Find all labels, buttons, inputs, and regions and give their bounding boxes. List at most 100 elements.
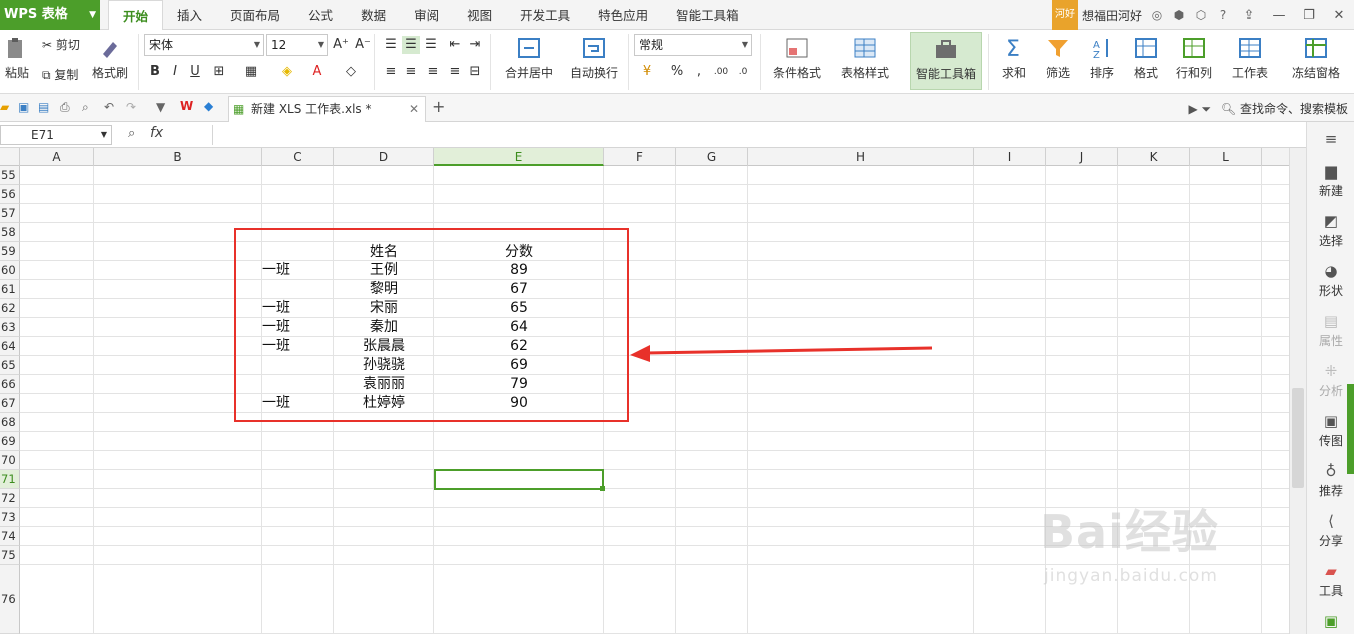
scrollbar-thumb[interactable] — [1292, 388, 1304, 488]
currency-icon[interactable]: ¥ — [638, 63, 656, 81]
chevron-down-icon[interactable]: ⏷ — [1202, 102, 1215, 116]
column-header-b[interactable]: B — [94, 148, 262, 166]
align-top-icon[interactable]: ☰ — [382, 36, 400, 54]
formula-input[interactable] — [212, 125, 1304, 145]
table-style-button[interactable]: 表格样式 — [834, 36, 896, 81]
share-icon[interactable]: ⬡ — [1190, 8, 1212, 22]
panel-share[interactable]: ⟨ 分享 — [1307, 512, 1354, 549]
border-icon[interactable]: ⊞ — [210, 63, 228, 81]
number-format-select[interactable]: 常规 ▼ — [634, 34, 752, 56]
row-header-61[interactable]: 61 — [0, 280, 20, 299]
shield-icon[interactable]: ⬢ — [1168, 8, 1190, 22]
column-header-e[interactable]: E — [434, 148, 604, 166]
row-header-75[interactable]: 75 — [0, 546, 20, 565]
fx-button[interactable]: fx — [150, 125, 163, 141]
row-header-71[interactable]: 71 — [0, 470, 20, 489]
tab-features[interactable]: 特色应用 — [584, 0, 662, 30]
row-header-59[interactable]: 59 — [0, 242, 20, 261]
panel-toggle-handle[interactable] — [1347, 384, 1354, 474]
panel-shape[interactable]: ◕ 形状 — [1307, 262, 1354, 299]
tab-developer[interactable]: 开发工具 — [506, 0, 584, 30]
format-button[interactable]: 格式 — [1126, 36, 1166, 81]
panel-properties[interactable]: ▤ 属性 — [1307, 312, 1354, 349]
column-header-k[interactable]: K — [1118, 148, 1190, 166]
print-icon[interactable]: ⎙ — [60, 100, 70, 115]
filter-button[interactable]: 筛选 — [1038, 36, 1078, 81]
row-header-69[interactable]: 69 — [0, 432, 20, 451]
bold-icon[interactable]: B — [146, 63, 164, 81]
close-button[interactable]: ✕ — [1324, 8, 1354, 23]
save-icon[interactable]: ▣ — [18, 100, 29, 114]
font-name-select[interactable]: 宋体 ▼ — [144, 34, 264, 56]
align-middle-icon[interactable]: ☰ — [402, 36, 420, 54]
cut-button[interactable]: ✂ 剪切 — [42, 36, 80, 53]
panel-new[interactable]: ▆ 新建 — [1307, 162, 1354, 199]
fill-color-icon[interactable]: ◈ — [278, 63, 296, 81]
search-command[interactable]: ▶ ⏷ 🔍︎ 查找命令、搜索模板 — [1188, 100, 1348, 117]
align-bottom-icon[interactable]: ☰ — [422, 36, 440, 54]
row-header-62[interactable]: 62 — [0, 299, 20, 318]
indent-decrease-icon[interactable]: ⇤ — [446, 36, 464, 54]
tab-page-layout[interactable]: 页面布局 — [216, 0, 294, 30]
row-col-button[interactable]: 行和列 — [1170, 36, 1218, 81]
freeze-panes-button[interactable]: 冻结窗格 — [1282, 36, 1350, 81]
row-header-66[interactable]: 66 — [0, 375, 20, 394]
increase-decimal-icon[interactable]: .0 — [734, 63, 752, 81]
tab-data[interactable]: 数据 — [347, 0, 400, 30]
percent-icon[interactable]: % — [668, 63, 686, 81]
paste-button[interactable]: 粘贴 — [0, 36, 34, 81]
tab-formulas[interactable]: 公式 — [294, 0, 347, 30]
italic-icon[interactable]: I — [166, 63, 184, 81]
align-right-icon[interactable]: ≡ — [424, 63, 442, 81]
row-header-73[interactable]: 73 — [0, 508, 20, 527]
wps-logo-icon[interactable]: W — [180, 99, 193, 113]
tab-smart-tools[interactable]: 智能工具箱 — [662, 0, 753, 30]
tab-review[interactable]: 审阅 — [400, 0, 453, 30]
undo-icon[interactable]: ↶ — [104, 100, 114, 114]
cell-border-icon[interactable]: ▦ — [242, 63, 260, 81]
upload-icon[interactable]: ⇪ — [1234, 8, 1264, 23]
row-header-67[interactable]: 67 — [0, 394, 20, 413]
align-left-icon[interactable]: ≡ — [382, 63, 400, 81]
tab-home[interactable]: 开始 — [108, 0, 164, 31]
minimize-button[interactable]: — — [1264, 8, 1294, 23]
zoom-icon[interactable]: ⌕ — [128, 126, 135, 141]
export-pdf-icon[interactable]: ▤ — [38, 100, 49, 114]
column-header-i[interactable]: I — [974, 148, 1046, 166]
column-header-j[interactable]: J — [1046, 148, 1118, 166]
row-header-58[interactable]: 58 — [0, 223, 20, 242]
row-header-70[interactable]: 70 — [0, 451, 20, 470]
close-tab-icon[interactable]: ✕ — [409, 97, 419, 121]
copy-button[interactable]: ⧉ 复制 — [42, 66, 78, 83]
active-cell-cursor[interactable] — [434, 469, 605, 491]
column-header-f[interactable]: F — [604, 148, 676, 166]
tab-insert[interactable]: 插入 — [163, 0, 216, 30]
redo-icon[interactable]: ↷ — [126, 100, 136, 114]
column-header-l[interactable]: L — [1190, 148, 1262, 166]
column-header-d[interactable]: D — [334, 148, 434, 166]
row-header-63[interactable]: 63 — [0, 318, 20, 337]
panel-select[interactable]: ◩ 选择 — [1307, 212, 1354, 249]
select-all-corner[interactable] — [0, 148, 20, 166]
font-color-icon[interactable]: A — [308, 63, 326, 81]
comma-icon[interactable]: , — [690, 63, 708, 81]
tab-view[interactable]: 视图 — [453, 0, 506, 30]
play-icon[interactable]: ▶ — [1188, 102, 1201, 116]
open-folder-icon[interactable]: ▰ — [0, 100, 9, 114]
row-header-64[interactable]: 64 — [0, 337, 20, 356]
decrease-decimal-icon[interactable]: .00 — [712, 63, 730, 81]
row-header-56[interactable]: 56 — [0, 185, 20, 204]
column-header-c[interactable]: C — [262, 148, 334, 166]
align-center-icon[interactable]: ≡ — [402, 63, 420, 81]
chevron-down-icon[interactable]: ▼ — [156, 100, 165, 114]
wrap-text-button[interactable]: 自动换行 — [566, 36, 622, 81]
cube-icon[interactable]: ◆ — [204, 99, 213, 113]
help-icon[interactable]: ? — [1212, 8, 1234, 22]
column-header-g[interactable]: G — [676, 148, 748, 166]
new-tab-icon[interactable]: + — [432, 97, 445, 116]
restore-button[interactable]: ❐ — [1294, 8, 1324, 23]
sort-button[interactable]: AZ 排序 — [1082, 36, 1122, 81]
conditional-format-button[interactable]: 条件格式 — [766, 36, 828, 81]
skin-icon[interactable]: ◎ — [1146, 8, 1168, 22]
shrink-font-icon[interactable]: A⁻ — [354, 36, 372, 54]
